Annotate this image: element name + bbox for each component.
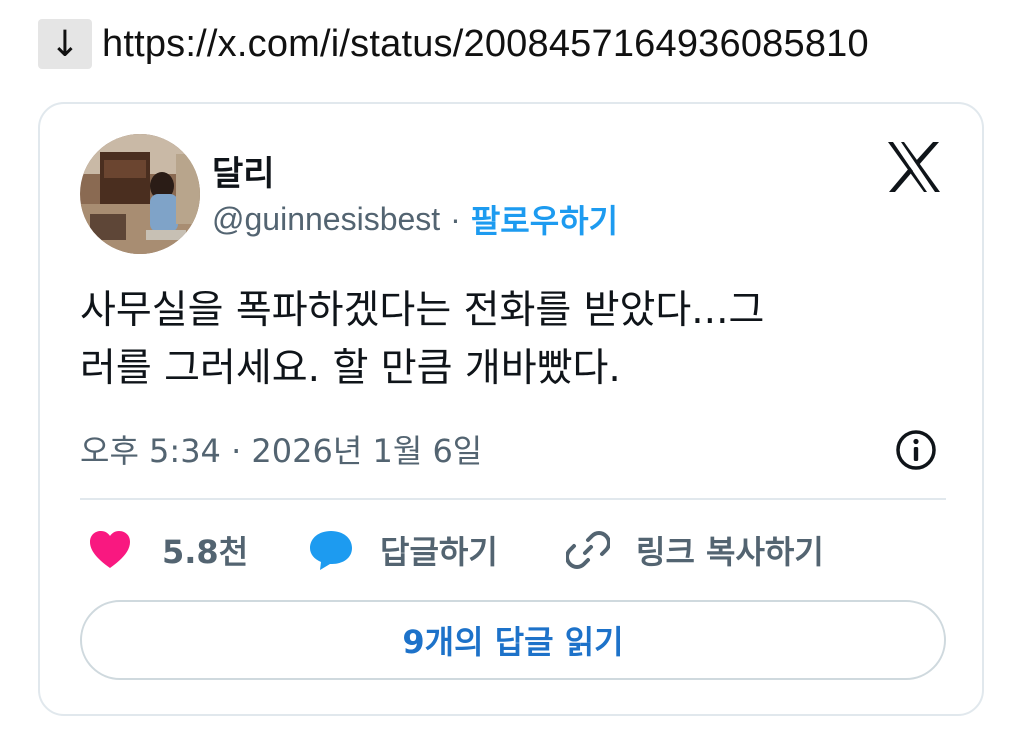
link-icon xyxy=(566,531,610,569)
copy-link-action[interactable]: 링크 복사하기 xyxy=(566,520,824,580)
user-handle[interactable]: @guinnesisbest xyxy=(212,201,440,238)
tweet-timestamp[interactable]: 오후 5:34 · 2026년 1월 6일 xyxy=(80,426,482,472)
avatar[interactable] xyxy=(80,134,200,254)
action-bar: 5.8천 답글하기 링크 복사하기 xyxy=(80,520,946,580)
reply-action[interactable]: 답글하기 xyxy=(308,520,498,580)
tweet-text: 사무실을 폭파하겠다는 전화를 받았다...그 러를 그러세요. 할 만큼 개바… xyxy=(80,282,960,398)
read-replies-button[interactable]: 9개의 답글 읽기 xyxy=(80,600,946,680)
status-url[interactable]: https://x.com/i/status/20084571649360858… xyxy=(102,23,869,66)
tweet-text-line-1: 사무실을 폭파하겠다는 전화를 받았다...그 xyxy=(80,288,765,333)
speech-bubble-icon xyxy=(310,531,352,570)
copy-link-label: 링크 복사하기 xyxy=(636,533,824,571)
down-arrow-icon[interactable]: ↓ xyxy=(38,19,92,69)
handle-row: @guinnesisbest · 팔로우하기 xyxy=(212,196,618,242)
separator-dot: · xyxy=(450,200,461,237)
like-count: 5.8천 xyxy=(162,533,249,571)
x-logo-icon[interactable] xyxy=(886,140,942,194)
embedded-tweet-card: 달리 @guinnesisbest · 팔로우하기 사무실을 폭파하겠다는 전화… xyxy=(38,102,984,716)
divider xyxy=(80,498,946,500)
display-name[interactable]: 달리 xyxy=(212,146,275,195)
url-bar: ↓ https://x.com/i/status/200845716493608… xyxy=(38,18,869,70)
info-icon[interactable] xyxy=(894,428,938,472)
heart-icon xyxy=(90,531,130,568)
follow-button[interactable]: 팔로우하기 xyxy=(471,196,618,242)
like-action[interactable]: 5.8천 xyxy=(88,520,248,580)
tweet-text-line-2: 러를 그러세요. 할 만큼 개바빴다. xyxy=(80,346,621,391)
reply-label: 답글하기 xyxy=(380,533,498,571)
